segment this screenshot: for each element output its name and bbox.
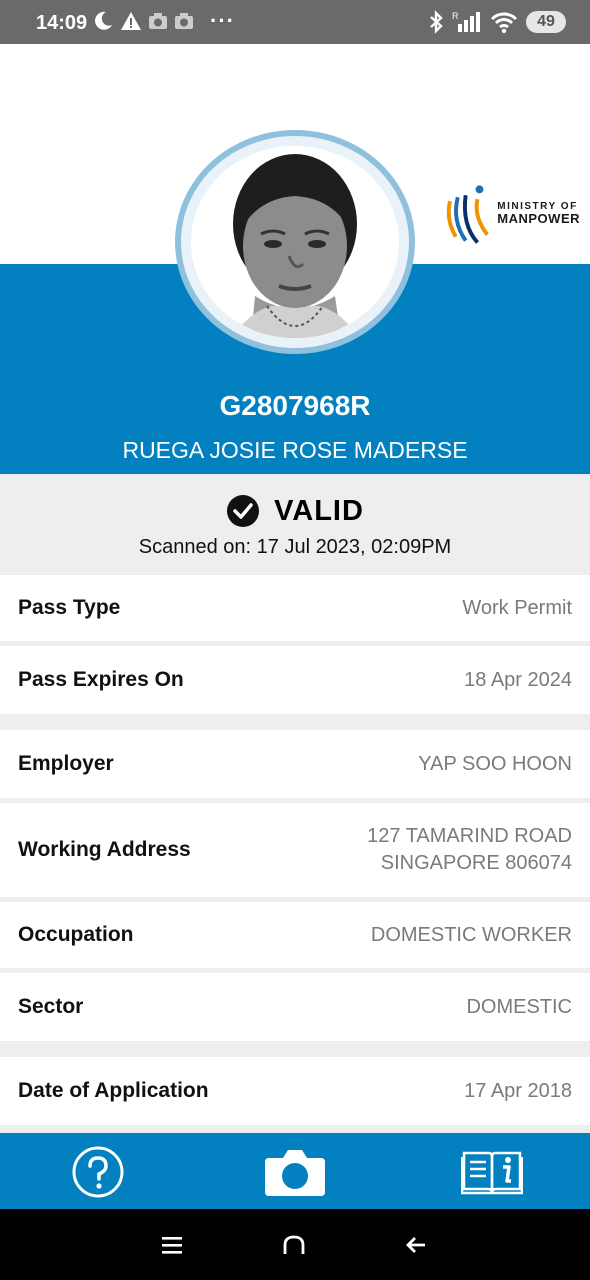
battery-indicator: 49 [526, 11, 566, 33]
portrait-image [191, 146, 399, 338]
guide-button[interactable] [460, 1145, 524, 1199]
pass-id: G2807968R [219, 390, 371, 421]
back-button[interactable] [396, 1227, 436, 1263]
status-notification-icons [92, 10, 194, 32]
detail-label: Date of Application [18, 1079, 209, 1102]
logo-line-2: MANPOWER [497, 211, 580, 227]
detail-row-pass-type: Pass Type Work Permit [0, 575, 590, 641]
detail-label: Working Address [18, 838, 191, 861]
status-bar: 14:09 ··· R 49 [0, 0, 590, 44]
scanned-timestamp: Scanned on: 17 Jul 2023, 02:09PM [138, 536, 452, 558]
warning-icon [121, 12, 141, 30]
detail-value: DOMESTIC [466, 995, 572, 1018]
overflow-notifications: ··· [210, 8, 235, 33]
holder-name: RUEGA JOSIE ROSE MADERSE [122, 437, 468, 463]
detail-row-occupation: Occupation DOMESTIC WORKER [0, 902, 590, 968]
detail-value: DOMESTIC WORKER [370, 923, 572, 946]
detail-label: Pass Type [18, 596, 121, 619]
status-time: 14:09 [36, 12, 88, 34]
divider [0, 1125, 590, 1133]
detail-value: Work Permit [462, 596, 572, 619]
menu-icon [162, 1237, 182, 1254]
detail-value: 18 Apr 2024 [464, 668, 572, 691]
detail-row-working-address: Working Address 127 TAMARIND ROAD SINGAP… [0, 803, 590, 897]
check-circle-icon [227, 495, 260, 527]
back-arrow-icon [406, 1237, 425, 1253]
moon-icon [95, 11, 112, 30]
home-button[interactable] [274, 1227, 314, 1263]
validity-panel: VALID Scanned on: 17 Jul 2023, 02:09PM [0, 474, 590, 575]
ministry-of-manpower-logo: MINISTRY OF MANPOWER [444, 180, 580, 248]
system-navigation-bar [0, 1209, 590, 1280]
profile-photo [191, 146, 399, 338]
scan-camera-button[interactable] [262, 1145, 328, 1199]
help-button[interactable] [70, 1145, 126, 1199]
camera-notification-icon [175, 13, 193, 29]
info-book-icon [461, 1151, 523, 1195]
camera-notification-icon [149, 13, 167, 29]
detail-row-sector: Sector DOMESTIC [0, 973, 590, 1041]
detail-label: Pass Expires On [18, 668, 184, 691]
detail-label: Employer [18, 752, 114, 775]
svg-text:R: R [452, 11, 459, 21]
detail-value: 17 Apr 2018 [464, 1079, 572, 1102]
recent-apps-button[interactable] [152, 1227, 192, 1263]
detail-value: 127 TAMARIND ROAD SINGAPORE 806074 [367, 823, 572, 877]
mom-emblem-icon [446, 185, 489, 244]
camera-icon [265, 1150, 325, 1196]
status-system-icons: R 49 [428, 10, 566, 34]
detail-row-pass-expiry: Pass Expires On 18 Apr 2024 [0, 646, 590, 714]
bluetooth-icon [430, 10, 443, 34]
home-icon [283, 1235, 305, 1254]
detail-label: Occupation [18, 923, 134, 946]
wifi-icon [490, 12, 518, 34]
detail-value: YAP SOO HOON [418, 752, 572, 775]
address-line-1: 127 TAMARIND ROAD [367, 825, 572, 847]
validity-status: VALID [274, 494, 364, 527]
signal-icon: R [452, 11, 480, 32]
detail-row-date-of-application: Date of Application 17 Apr 2018 [0, 1057, 590, 1125]
address-line-2: SINGAPORE 806074 [380, 852, 572, 874]
detail-label: Sector [18, 995, 84, 1018]
help-icon [72, 1146, 124, 1198]
section-divider [0, 714, 590, 730]
bottom-tab-bar [0, 1133, 590, 1209]
profile-photo-frame [175, 130, 415, 354]
detail-row-employer: Employer YAP SOO HOON [0, 730, 590, 798]
section-divider [0, 1041, 590, 1057]
